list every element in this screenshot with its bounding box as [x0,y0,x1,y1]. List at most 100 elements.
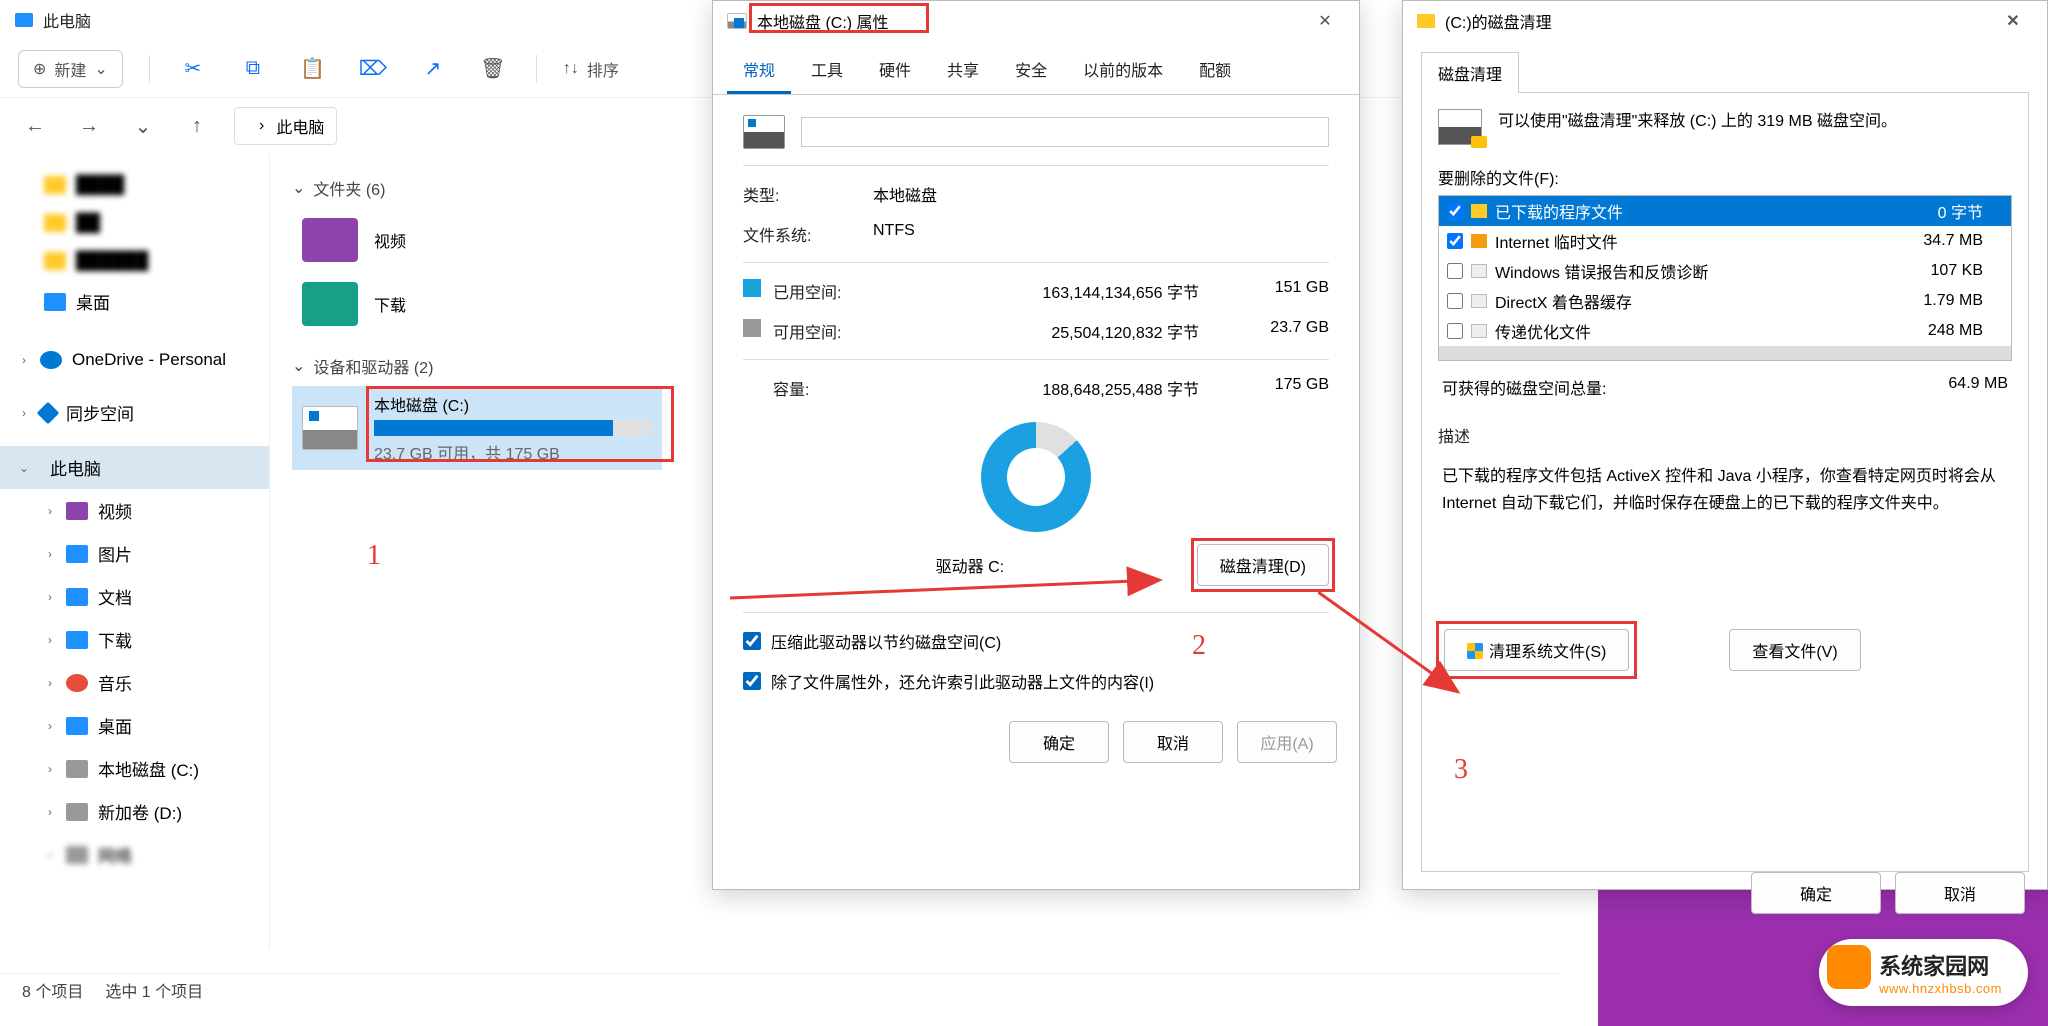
recent-dropdown[interactable]: ⌄ [126,109,160,143]
dialog-titlebar[interactable]: 本地磁盘 (C:) 属性 ✕ [713,1,1359,41]
cut-icon[interactable]: ✂ [176,52,210,86]
paste-icon[interactable]: 📋 [296,52,330,86]
sidebar-item-thispc[interactable]: ⌄此电脑 [0,446,269,489]
new-button[interactable]: ⊕ 新建 ⌄ [18,50,123,88]
apply-button[interactable]: 应用(A) [1237,721,1337,763]
index-checkbox[interactable]: 除了文件属性外，还允许索引此驱动器上文件的内容(I) [743,661,1329,701]
tab-sharing[interactable]: 共享 [931,47,995,94]
chevron-right-icon[interactable]: › [44,590,56,604]
chevron-right-icon[interactable]: › [44,676,56,690]
checkbox[interactable] [1447,293,1463,309]
chevron-right-icon[interactable]: › [44,805,56,819]
sidebar-item-docs[interactable]: ›文档 [0,575,269,618]
file-row[interactable]: Windows 错误报告和反馈诊断107 KB [1439,256,2011,286]
chevron-right-icon[interactable]: › [44,719,56,733]
tab-cleanup[interactable]: 磁盘清理 [1421,52,1519,93]
sidebar-item-onedrive[interactable]: ›OneDrive - Personal [0,341,269,379]
sidebar-item[interactable]: ████ [0,166,269,204]
sidebar-item-cdrive[interactable]: ›本地磁盘 (C:) [0,747,269,790]
compress-checkbox[interactable]: 压缩此驱动器以节约磁盘空间(C) [743,621,1329,661]
rename-icon[interactable]: ⌦ [356,52,390,86]
sidebar-item-sync[interactable]: › 同步空间 [0,391,269,434]
cleanup-frame: 可以使用"磁盘清理"来释放 (C:) 上的 319 MB 磁盘空间。 要删除的文… [1421,92,2029,872]
sidebar-item-downloads[interactable]: ›下载 [0,618,269,661]
music-icon [66,674,88,692]
folder-icon [44,252,66,270]
label: 同步空间 [66,400,134,425]
label: 新加卷 (D:) [98,799,182,824]
disk-cleanup-button[interactable]: 磁盘清理(D) [1197,544,1329,586]
label: 设备和驱动器 (2) [313,354,433,378]
sidebar-item-network[interactable]: ›网络 [0,833,269,876]
drive-tile-c[interactable]: 本地磁盘 (C:) 23.7 GB 可用，共 175 GB [292,386,662,470]
up-button[interactable]: ↑ [180,109,214,143]
file-row[interactable]: Internet 临时文件34.7 MB [1439,226,2011,256]
copy-icon[interactable]: ⧉ [236,52,270,86]
ok-button[interactable]: 确定 [1751,872,1881,914]
sidebar-item-desktop2[interactable]: ›桌面 [0,704,269,747]
sidebar-item[interactable]: ██████ [0,242,269,280]
view-files-button[interactable]: 查看文件(V) [1729,629,1860,671]
label: 类型: [743,182,873,206]
checkbox[interactable] [743,672,761,690]
tab-previous[interactable]: 以前的版本 [1067,47,1179,94]
sort-button[interactable]: ↑↓ 排序 [563,57,619,81]
share-icon[interactable]: ↗ [416,52,450,86]
annotation-1: 1 [367,540,381,572]
file-row[interactable]: 传递优化文件248 MB [1439,316,2011,346]
file-row[interactable]: 已下载的程序文件0 字节 [1439,196,2011,226]
chevron-right-icon[interactable]: › [44,504,56,518]
chevron-right-icon[interactable]: › [44,547,56,561]
sort-icon: ↑↓ [563,60,579,78]
chevron-right-icon[interactable]: › [44,762,56,776]
chevron-down-icon: ⌄ [292,178,305,198]
chevron-right-icon[interactable]: › [18,406,30,420]
sidebar-item[interactable]: ██ [0,204,269,242]
sidebar-item-pictures[interactable]: ›图片 [0,532,269,575]
chevron-down-icon[interactable]: ⌄ [18,461,30,475]
tile-video[interactable]: 视频 [292,208,652,272]
tab-quota[interactable]: 配额 [1183,47,1247,94]
back-button[interactable]: ← [18,109,52,143]
checkbox[interactable] [1447,233,1463,249]
checkbox[interactable] [1447,323,1463,339]
drive-broom-icon [1438,109,1482,145]
label: 下载 [374,292,406,316]
tab-security[interactable]: 安全 [999,47,1063,94]
tile-download[interactable]: 下载 [292,272,652,336]
sidebar-item-ddrive[interactable]: › 新加卷 (D:) [0,790,269,833]
cancel-button[interactable]: 取消 [1895,872,2025,914]
file-row[interactable]: DirectX 着色器缓存1.79 MB [1439,286,2011,316]
tab-tools[interactable]: 工具 [795,47,859,94]
sidebar-item-video[interactable]: ›视频 [0,489,269,532]
checkbox[interactable] [1447,203,1463,219]
drive-label-input[interactable] [801,117,1329,147]
value: 本地磁盘 [873,182,1329,206]
value: 64.9 MB [1948,375,2008,399]
dialog-titlebar[interactable]: (C:)的磁盘清理 ✕ [1403,1,2047,41]
cancel-button[interactable]: 取消 [1123,721,1223,763]
value: 188,648,255,488 字节 [885,376,1229,400]
close-button[interactable]: ✕ [1993,11,2033,31]
label: 可用空间: [773,319,885,343]
checkbox[interactable] [1447,263,1463,279]
chevron-right-icon[interactable]: › [18,353,30,367]
sidebar-item-desktop[interactable]: 桌面 [0,280,269,323]
clean-system-files-button[interactable]: 清理系统文件(S) [1444,629,1629,671]
scrollbar-stub[interactable] [1439,346,2011,360]
tab-general[interactable]: 常规 [727,47,791,94]
disk-cleanup-dialog: (C:)的磁盘清理 ✕ 磁盘清理 可以使用"磁盘清理"来释放 (C:) 上的 3… [1402,0,2048,890]
status-selected: 选中 1 个项目 [105,978,203,1002]
checkbox[interactable] [743,632,761,650]
ok-button[interactable]: 确定 [1009,721,1109,763]
tab-hardware[interactable]: 硬件 [863,47,927,94]
forward-button[interactable]: → [72,109,106,143]
close-button[interactable]: ✕ [1305,11,1345,31]
download-icon [66,631,88,649]
used-swatch [743,279,761,297]
breadcrumb[interactable]: › 此电脑 [234,107,337,145]
sidebar-item-music[interactable]: ›音乐 [0,661,269,704]
chevron-right-icon[interactable]: › [44,633,56,647]
delete-icon[interactable]: 🗑 [476,52,510,86]
dialog-body: 类型:本地磁盘 文件系统:NTFS 已用空间:163,144,134,656 字… [713,95,1359,721]
